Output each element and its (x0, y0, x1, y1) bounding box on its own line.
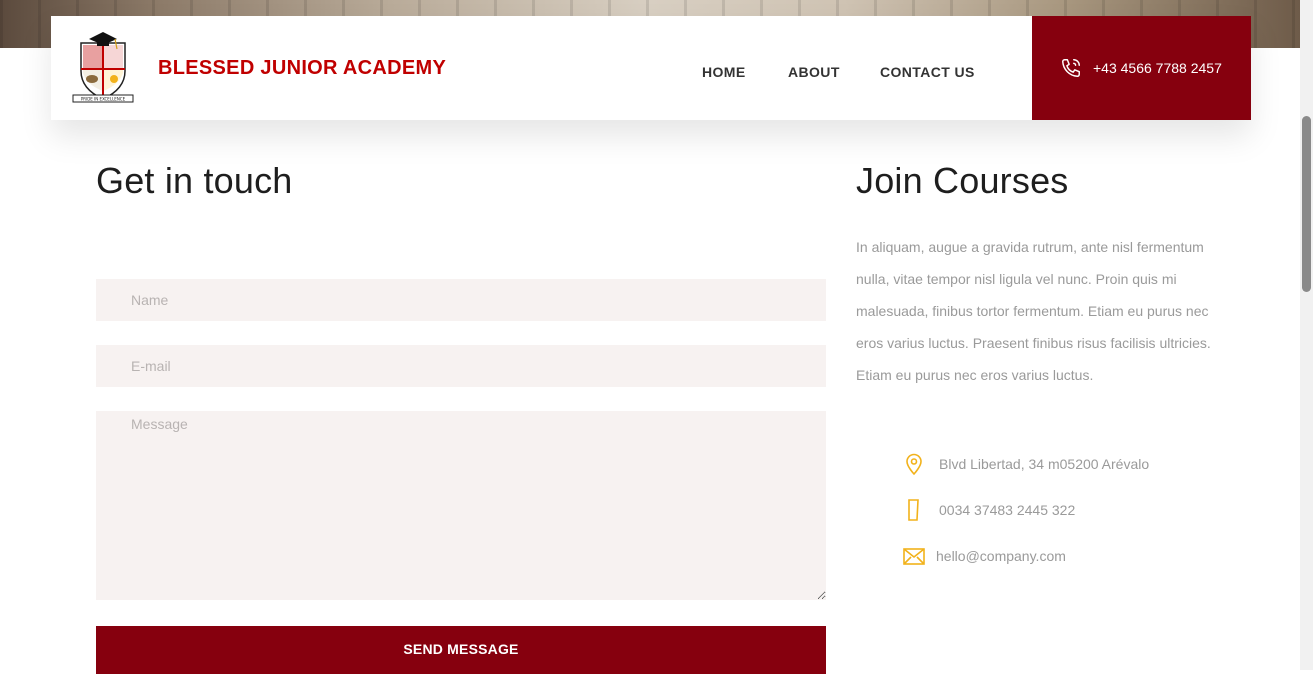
svg-text:PRIDE IN EXCELLENCE: PRIDE IN EXCELLENCE (81, 97, 126, 102)
header-phone-number: +43 4566 7788 2457 (1093, 60, 1222, 76)
site-header: PRIDE IN EXCELLENCE BLESSED JUNIOR ACADE… (51, 16, 1251, 120)
contact-email-text[interactable]: hello@company.com (936, 548, 1066, 564)
page-scrollbar[interactable] (1300, 0, 1313, 670)
phone-call-icon (1062, 59, 1080, 77)
nav-home[interactable]: HOME (702, 64, 746, 80)
email-input[interactable] (96, 345, 826, 387)
mobile-phone-icon (908, 499, 919, 521)
send-message-button[interactable]: SEND MESSAGE (96, 626, 826, 674)
brand-name[interactable]: BLESSED JUNIOR ACADEMY (158, 57, 446, 80)
header-phone-box[interactable]: +43 4566 7788 2457 (1032, 16, 1251, 120)
contact-phone-text: 0034 37483 2445 322 (939, 502, 1076, 518)
scrollbar-thumb[interactable] (1302, 116, 1311, 292)
message-textarea[interactable] (96, 411, 826, 600)
academy-crest-logo[interactable]: PRIDE IN EXCELLENCE (71, 29, 135, 107)
get-in-touch-heading: Get in touch (96, 160, 293, 201)
contact-address-text: Blvd Libertad, 34 m05200 Arévalo (939, 456, 1150, 472)
location-pin-icon (906, 453, 922, 476)
nav-contact-us[interactable]: CONTACT US (880, 64, 975, 80)
envelope-icon (903, 548, 925, 565)
name-input[interactable] (96, 279, 826, 321)
courses-description: In aliquam, augue a gravida rutrum, ante… (856, 239, 1211, 383)
join-courses-heading: Join Courses (856, 160, 1069, 201)
nav-about[interactable]: ABOUT (788, 64, 840, 80)
